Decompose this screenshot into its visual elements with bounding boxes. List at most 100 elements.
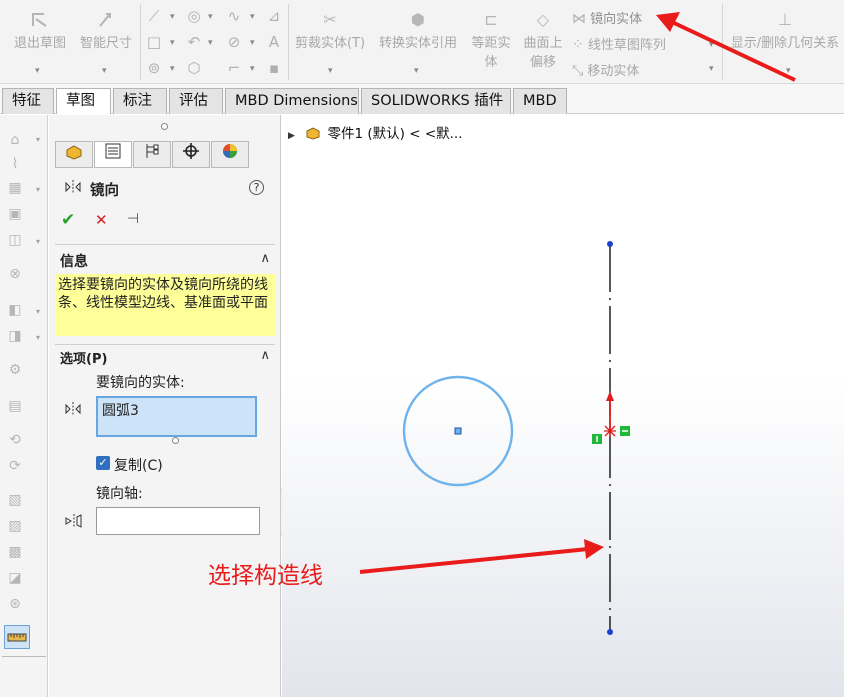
graphics-area[interactable]: ▶ 零件1 (默认) < <默... (282, 115, 844, 697)
tool-dropdown[interactable]: ▾ (36, 237, 40, 246)
relations-dropdown[interactable]: ▾ (786, 66, 791, 76)
line-icon[interactable]: ⟋ (144, 6, 164, 26)
offset-entities-button[interactable]: ⊏ 等距实 体 (466, 10, 516, 70)
tool-dropdown[interactable]: ▾ (36, 185, 40, 194)
tab-evaluate[interactable]: 评估 (169, 88, 223, 114)
display-delete-relations-button[interactable]: ⊥ 显示/删除几何关系 (726, 10, 844, 51)
section-divider (55, 244, 275, 245)
tab-markup[interactable]: 标注 (113, 88, 167, 114)
line-dropdown[interactable]: ▾ (170, 12, 175, 22)
mirror-axis-field[interactable] (96, 507, 260, 535)
tab-feature-manager[interactable] (55, 141, 93, 168)
convert-entities-button[interactable]: ⬢ 转换实体引用 (374, 10, 462, 51)
options-collapse-chevron-icon[interactable]: ∧ (260, 348, 270, 363)
list-resize-handle[interactable] (172, 437, 179, 444)
offset-on-surface-button[interactable]: ◇ 曲面上 偏移 (519, 10, 567, 70)
sketch-ruler-icon[interactable] (4, 625, 30, 649)
tab-configuration-manager[interactable] (133, 141, 171, 168)
slot-dropdown[interactable]: ▾ (170, 64, 175, 74)
convert-dropdown[interactable]: ▾ (414, 66, 419, 76)
move-entities-button[interactable]: ⤡ 移动实体 (572, 60, 639, 79)
tab-mbd-dimensions[interactable]: MBD Dimensions (225, 88, 359, 114)
exit-sketch-label: 退出草图 (13, 36, 66, 51)
sketch-tool-icon[interactable]: ⌂ (6, 131, 24, 149)
property-manager-panel: 镜向 ? ✔ ✕ ⊣ 信息 ∧ 选择要镜向的实体及镜向所绕的线条、线性模型边线、… (49, 115, 281, 697)
table-icon[interactable]: ▤ (6, 397, 24, 415)
tool-dropdown[interactable]: ▾ (36, 307, 40, 316)
dimension-icon[interactable]: ⊿ (264, 6, 284, 26)
arc-icon[interactable]: ↶ (184, 32, 204, 52)
ok-button[interactable]: ✔ (61, 210, 75, 230)
construction-geometry-icon[interactable]: ◧ (6, 301, 24, 319)
rotate-icon[interactable]: ⟲ (6, 431, 24, 449)
move-dropdown[interactable]: ▾ (709, 64, 714, 74)
block-edit-icon[interactable]: ▩ (6, 543, 24, 561)
circle-center-point[interactable] (454, 427, 462, 435)
modify-icon[interactable]: ⚙ (6, 361, 24, 379)
panel-resize-handle[interactable] (161, 123, 168, 130)
spline-icon[interactable]: ∿ (224, 6, 244, 26)
picture-icon[interactable]: ▣ (6, 205, 24, 223)
info-collapse-chevron-icon[interactable]: ∧ (260, 251, 270, 266)
circle-icon[interactable]: ◎ (184, 6, 204, 26)
rectangle-dropdown[interactable]: ▾ (170, 38, 175, 48)
entity-list-item[interactable]: 圆弧3 (102, 403, 139, 419)
circle-dropdown[interactable]: ▾ (208, 12, 213, 22)
linear-pattern-dropdown[interactable]: ▾ (709, 40, 714, 50)
smart-dimension-dropdown[interactable]: ▾ (102, 66, 107, 76)
panel-title: 镜向 (90, 183, 119, 199)
copy-checkbox[interactable]: ✓ (96, 456, 110, 470)
exit-sketch-dropdown[interactable]: ▾ (35, 66, 40, 76)
polygon-icon[interactable]: ⬡ (184, 58, 204, 78)
ellipse-icon[interactable]: ⊘ (224, 32, 244, 52)
fillet-dropdown[interactable]: ▾ (250, 64, 255, 74)
arc-dropdown[interactable]: ▾ (208, 38, 213, 48)
trim-dropdown[interactable]: ▾ (328, 66, 333, 76)
line-end-point[interactable] (607, 629, 613, 635)
fillet-icon[interactable]: ⌐ (224, 58, 244, 78)
copy-label: 复制(C) (114, 458, 163, 474)
point-icon[interactable]: ▪ (264, 58, 284, 78)
sketch-picture-icon[interactable]: ◨ (6, 327, 24, 345)
layout-icon[interactable]: ▧ (6, 491, 24, 509)
mirror-axis-icon (63, 512, 83, 534)
explode-icon[interactable]: ⊛ (6, 595, 24, 613)
pin-button[interactable]: ⊣ (127, 211, 139, 227)
tab-mbd[interactable]: MBD (513, 88, 567, 114)
slot-icon[interactable]: ⊚ (144, 58, 164, 78)
tab-dimxpert-manager[interactable] (172, 141, 210, 168)
tab-sketch[interactable]: 草图 (56, 88, 111, 114)
linear-pattern-button[interactable]: ⁘ 线性草图阵列 (572, 34, 666, 53)
rectangle-icon[interactable]: □ (144, 32, 164, 52)
info-section-title: 信息 (60, 254, 88, 270)
block-insert-icon[interactable]: ◪ (6, 569, 24, 587)
tab-property-manager[interactable] (94, 141, 132, 168)
smart-dimension-button[interactable]: 智能尺寸 (76, 10, 136, 51)
tab-features[interactable]: 特征 (2, 88, 54, 114)
ellipse-dropdown[interactable]: ▾ (250, 38, 255, 48)
line-start-point[interactable] (607, 241, 613, 247)
linear-pattern-label: 线性草图阵列 (587, 38, 666, 53)
magnet-icon[interactable]: ⊗ (6, 265, 24, 283)
relations-icon: ⊥ (778, 10, 792, 29)
block-make-icon[interactable]: ▨ (6, 517, 24, 535)
trim-entities-button[interactable]: ✂ 剪裁实体(T) (294, 10, 366, 51)
text-icon[interactable]: A (264, 32, 284, 52)
tab-display-manager[interactable] (211, 141, 249, 168)
tab-solidworks-addins[interactable]: SOLIDWORKS 插件 (361, 88, 511, 114)
mirror-entities-button[interactable]: ⋈ 镜向实体 (572, 8, 642, 27)
tool-dropdown[interactable]: ▾ (36, 333, 40, 342)
paperclip-icon[interactable]: ⌇ (6, 155, 24, 173)
command-tab-bar: 特征 草图 标注 评估 MBD Dimensions SOLIDWORKS 插件… (0, 84, 844, 114)
smart-dimension-label: 智能尺寸 (79, 36, 132, 51)
block-icon[interactable]: ▦ (6, 179, 24, 197)
spline-dropdown[interactable]: ▾ (250, 12, 255, 22)
help-icon[interactable]: ? (249, 180, 264, 195)
tool-icon[interactable]: ◫ (6, 231, 24, 249)
rotate-copy-icon[interactable]: ⟳ (6, 457, 24, 475)
cancel-button[interactable]: ✕ (95, 211, 108, 229)
move-icon: ⤡ (572, 63, 584, 79)
entities-to-mirror-list[interactable]: 圆弧3 (96, 396, 257, 437)
exit-sketch-button[interactable]: 退出草图 (10, 10, 70, 51)
tool-dropdown[interactable]: ▾ (36, 135, 40, 144)
